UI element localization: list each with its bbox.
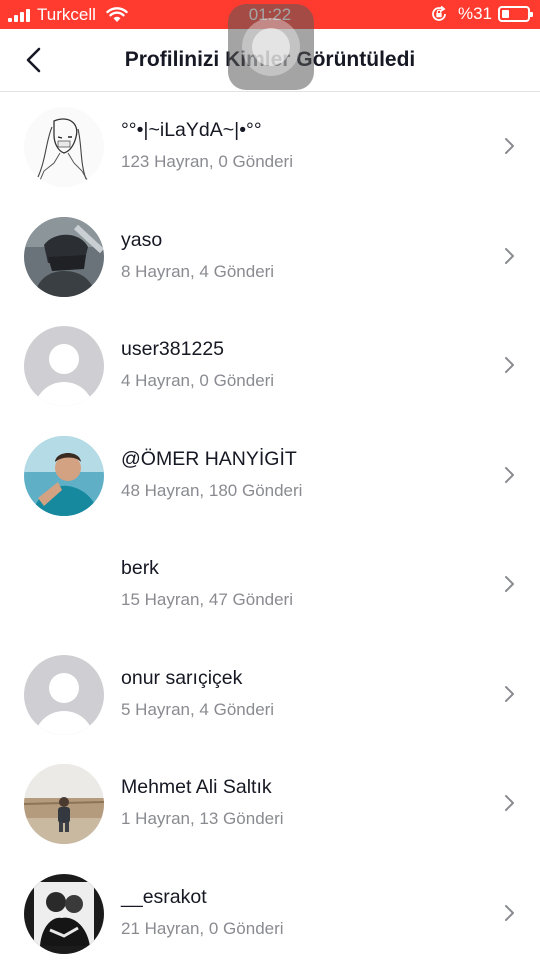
avatar[interactable] <box>24 545 104 625</box>
viewer-name: yaso <box>121 228 163 251</box>
viewer-name: Mehmet Ali Saltık <box>121 776 272 798</box>
viewer-name: __esrakot <box>121 885 207 908</box>
assistive-touch-center <box>252 28 290 66</box>
viewer-stats: 4 Hayran, 0 Gönderi <box>121 371 275 390</box>
viewer-row[interactable]: Mehmet Ali Saltık 1 Hayran, 13 Gönderi <box>0 749 540 859</box>
viewer-stats: 123 Hayran, 0 Gönderi <box>121 152 293 171</box>
avatar[interactable] <box>24 435 104 516</box>
viewer-name: onur sarıçiçek <box>121 666 243 689</box>
viewer-row[interactable]: yaso 8 Hayran, 4 Gönderi <box>0 202 540 312</box>
viewer-row[interactable]: °°•|~iLaYdA~|•°° 123 Hayran, 0 Gönderi <box>0 92 540 202</box>
viewer-stats: 15 Hayran, 47 Gönderi <box>121 590 293 609</box>
avatar-head-shape <box>49 344 79 374</box>
chevron-right-icon <box>505 576 514 592</box>
battery-icon <box>498 6 533 22</box>
rotation-lock-icon <box>432 5 446 21</box>
chevron-right-icon <box>505 795 514 811</box>
viewer-stats: 21 Hayran, 0 Gönderi <box>121 918 284 938</box>
avatar-head-shape <box>49 672 79 703</box>
avatar[interactable] <box>24 873 104 954</box>
battery-percent: %31 <box>457 4 492 23</box>
chevron-right-icon <box>505 247 514 264</box>
viewer-list: °°•|~iLaYdA~|•°° 123 Hayran, 0 Gönderi yas… <box>0 92 540 960</box>
viewer-name: °°•|~iLaYdA~|•°° <box>121 119 262 141</box>
viewer-stats: 48 Hayran, 180 Gönderi <box>121 480 303 500</box>
chevron-right-icon <box>505 685 514 702</box>
viewer-name: @ÖMER HANYİGİT <box>121 447 297 470</box>
viewer-row[interactable]: onur sarıçiçek 5 Hayran, 4 Gönderi <box>0 640 540 750</box>
viewer-row[interactable]: user381225 4 Hayran, 0 Gönderi <box>0 311 540 421</box>
avatar[interactable] <box>24 216 104 297</box>
chevron-right-icon <box>505 357 514 373</box>
chevron-right-icon <box>505 138 514 154</box>
avatar-body-shape <box>34 382 94 406</box>
viewer-stats: 5 Hayran, 4 Gönderi <box>121 699 275 719</box>
avatar[interactable] <box>24 326 104 406</box>
avatar[interactable] <box>24 654 104 735</box>
assistive-touch-button[interactable] <box>228 4 314 90</box>
battery-fill <box>502 10 509 18</box>
chevron-right-icon <box>505 466 514 483</box>
viewer-stats: 8 Hayran, 4 Gönderi <box>121 261 275 281</box>
avatar[interactable] <box>24 764 104 844</box>
viewer-stats: 1 Hayran, 13 Gönderi <box>121 809 284 828</box>
viewer-row[interactable]: berk 15 Hayran, 47 Gönderi <box>0 530 540 640</box>
viewer-name: user381225 <box>121 338 225 360</box>
avatar-body-shape <box>34 710 94 735</box>
status-right: %31 <box>430 4 533 24</box>
viewer-row[interactable]: @ÖMER HANYİGİT 48 Hayran, 180 Gönderi <box>0 421 540 531</box>
avatar[interactable] <box>24 107 104 187</box>
viewer-name: berk <box>121 557 159 579</box>
chevron-right-icon <box>505 904 514 921</box>
viewer-row[interactable]: __esrakot 21 Hayran, 0 Gönderi <box>0 859 540 960</box>
